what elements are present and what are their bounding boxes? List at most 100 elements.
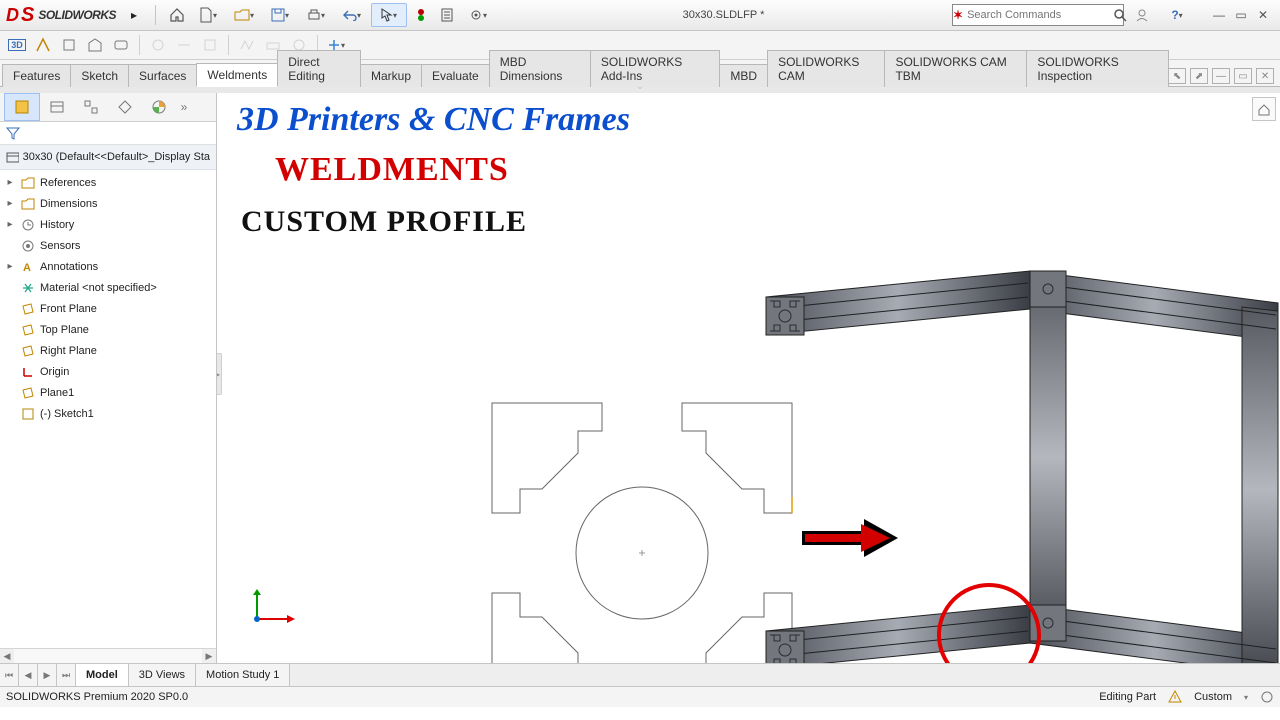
tab-cam-tbm[interactable]: SOLIDWORKS CAM TBM (884, 50, 1027, 87)
status-bar: SOLIDWORKS Premium 2020 SP0.0 Editing Pa… (0, 686, 1280, 707)
tab-evaluate[interactable]: Evaluate (421, 64, 490, 87)
tab-nav-next-icon[interactable]: ▶ (38, 664, 57, 686)
tree-root[interactable]: 30x30 (Default<<Default>_Display Sta (0, 145, 216, 170)
manager-more-icon[interactable]: » (176, 94, 192, 120)
tab-cam[interactable]: SOLIDWORKS CAM (767, 50, 885, 87)
3d-weldment-icon[interactable]: 3D (6, 34, 28, 56)
cmd-icon-8[interactable] (199, 34, 221, 56)
tab-markup[interactable]: Markup (360, 64, 422, 87)
axis-triad: x (247, 589, 297, 629)
annotations-icon: A (20, 259, 36, 275)
tree-item-plane1[interactable]: Plane1 (0, 382, 216, 403)
bottom-tab-model[interactable]: Model (76, 664, 129, 686)
search-input[interactable] (963, 9, 1113, 21)
cmd-icon-7[interactable] (173, 34, 195, 56)
tree-item-dimensions[interactable]: ▸Dimensions (0, 193, 216, 214)
weld-bead-icon[interactable] (147, 34, 169, 56)
home-view-icon[interactable] (1252, 97, 1276, 121)
panel-btn-2[interactable]: ⬈ (1190, 68, 1208, 84)
tab-nav-prev-icon[interactable]: ◀ (19, 664, 38, 686)
panel-close-icon[interactable]: ✕ (1256, 68, 1274, 84)
tab-nav-first-icon[interactable]: ⏮ (0, 664, 19, 686)
tab-inspection[interactable]: SOLIDWORKS Inspection (1026, 50, 1169, 87)
status-more-icon[interactable] (1260, 690, 1274, 704)
panel-min-icon[interactable]: — (1212, 68, 1230, 84)
trim-extend-icon[interactable] (58, 34, 80, 56)
tab-direct-editing[interactable]: Direct Editing (277, 50, 361, 87)
displaymanager-tab-icon[interactable] (142, 94, 176, 120)
tree-item-sketch1[interactable]: (-) Sketch1 (0, 403, 216, 424)
select-tool-icon[interactable]: ▾ (371, 3, 407, 27)
end-cap-icon[interactable] (110, 34, 132, 56)
tab-surfaces[interactable]: Surfaces (128, 64, 197, 87)
graphics-area[interactable]: ▸ 3D Printers & CNC Frames WELDMENTS CUS… (217, 93, 1280, 663)
scroll-left-icon[interactable]: ◀ (0, 649, 14, 663)
panel-btn-1[interactable]: ⬉ (1168, 68, 1186, 84)
tab-nav-last-icon[interactable]: ⏭ (57, 664, 76, 686)
user-icon[interactable] (1130, 4, 1154, 26)
help-icon[interactable]: ?▾ (1160, 4, 1194, 26)
plane-icon (20, 322, 36, 338)
scroll-right-icon[interactable]: ▶ (202, 649, 216, 663)
options-gear-icon[interactable]: ▾ (461, 4, 495, 26)
tree-item-front-plane[interactable]: Front Plane (0, 298, 216, 319)
new-file-icon[interactable]: ▾ (191, 4, 225, 26)
title-bar: DS SOLIDWORKS ▸ ▾ ▾ ▾ ▾ ▾ ▾ (0, 0, 1280, 31)
tab-addins[interactable]: SOLIDWORKS Add-Ins (590, 50, 720, 87)
app-logo: DS SOLIDWORKS (6, 4, 116, 27)
configmanager-tab-icon[interactable] (74, 94, 108, 120)
tree-filter[interactable] (0, 122, 216, 145)
undo-icon[interactable]: ▾ (335, 4, 369, 26)
tree-item-references[interactable]: ▸References (0, 172, 216, 193)
tab-sketch[interactable]: Sketch (70, 64, 129, 87)
propertymanager-tab-icon[interactable] (40, 94, 74, 120)
tree-item-material[interactable]: Material <not specified> (0, 277, 216, 298)
featuremanager-tab-icon[interactable] (4, 93, 40, 121)
search-icon[interactable] (1113, 8, 1127, 22)
tree-item-annotations[interactable]: ▸AAnnotations (0, 256, 216, 277)
restore-button[interactable]: ▭ (1230, 6, 1252, 24)
tab-weldments[interactable]: Weldments (196, 63, 278, 87)
print-icon[interactable]: ▾ (299, 4, 333, 26)
tree-item-top-plane[interactable]: Top Plane (0, 319, 216, 340)
tree-item-sensors[interactable]: Sensors (0, 235, 216, 256)
feature-tabs: Features Sketch Surfaces Weldments Direc… (0, 60, 1280, 87)
folder-icon (20, 175, 36, 191)
overlay-title-1: 3D Printers & CNC Frames (237, 101, 630, 139)
structural-member-icon[interactable] (32, 34, 54, 56)
close-button[interactable]: ✕ (1252, 6, 1274, 24)
search-commands[interactable]: ✶ (952, 4, 1124, 26)
sidebar-hscroll[interactable]: ◀ ▶ (0, 648, 216, 663)
minimize-button[interactable]: — (1208, 6, 1230, 24)
bottom-tab-motion[interactable]: Motion Study 1 (196, 664, 290, 686)
plane-icon (20, 385, 36, 401)
tab-features[interactable]: Features (2, 64, 71, 87)
tree-item-right-plane[interactable]: Right Plane (0, 340, 216, 361)
panel-max-icon[interactable]: ▭ (1234, 68, 1252, 84)
quick-access-toolbar: ▾ ▾ ▾ ▾ ▾ ▾ ▾ (165, 3, 495, 27)
save-icon[interactable]: ▾ (263, 4, 297, 26)
overlay-title-2: WELDMENTS (275, 151, 509, 189)
panel-splitter[interactable]: ▸ (217, 353, 222, 395)
tab-mbd-dimensions[interactable]: MBD Dimensions (489, 50, 591, 87)
tree-item-origin[interactable]: Origin (0, 361, 216, 382)
status-units[interactable]: Custom (1194, 691, 1232, 703)
bottom-tab-3dviews[interactable]: 3D Views (129, 664, 196, 686)
open-file-icon[interactable]: ▾ (227, 4, 261, 26)
sensor-icon (20, 238, 36, 254)
bottom-tabs: ⏮ ◀ ▶ ⏭ Model 3D Views Motion Study 1 (0, 663, 1280, 686)
home-icon[interactable] (165, 4, 189, 26)
tab-mbd[interactable]: MBD (719, 64, 768, 87)
feature-manager-panel: » 30x30 (Default<<Default>_Display Sta ▸… (0, 93, 217, 663)
tree-item-history[interactable]: ▸History (0, 214, 216, 235)
rebuild-icon[interactable] (409, 4, 433, 26)
dimxpert-tab-icon[interactable] (108, 94, 142, 120)
status-warning-icon[interactable] (1168, 690, 1182, 704)
cmd-icon-9[interactable] (236, 34, 258, 56)
file-props-icon[interactable] (435, 4, 459, 26)
gusset-icon[interactable] (84, 34, 106, 56)
document-title: 30x30.SLDLFP * (501, 9, 946, 21)
overlay-title-3: CUSTOM PROFILE (241, 205, 527, 239)
plane-icon (20, 343, 36, 359)
menu-dropdown-icon[interactable]: ▸ (122, 4, 146, 26)
